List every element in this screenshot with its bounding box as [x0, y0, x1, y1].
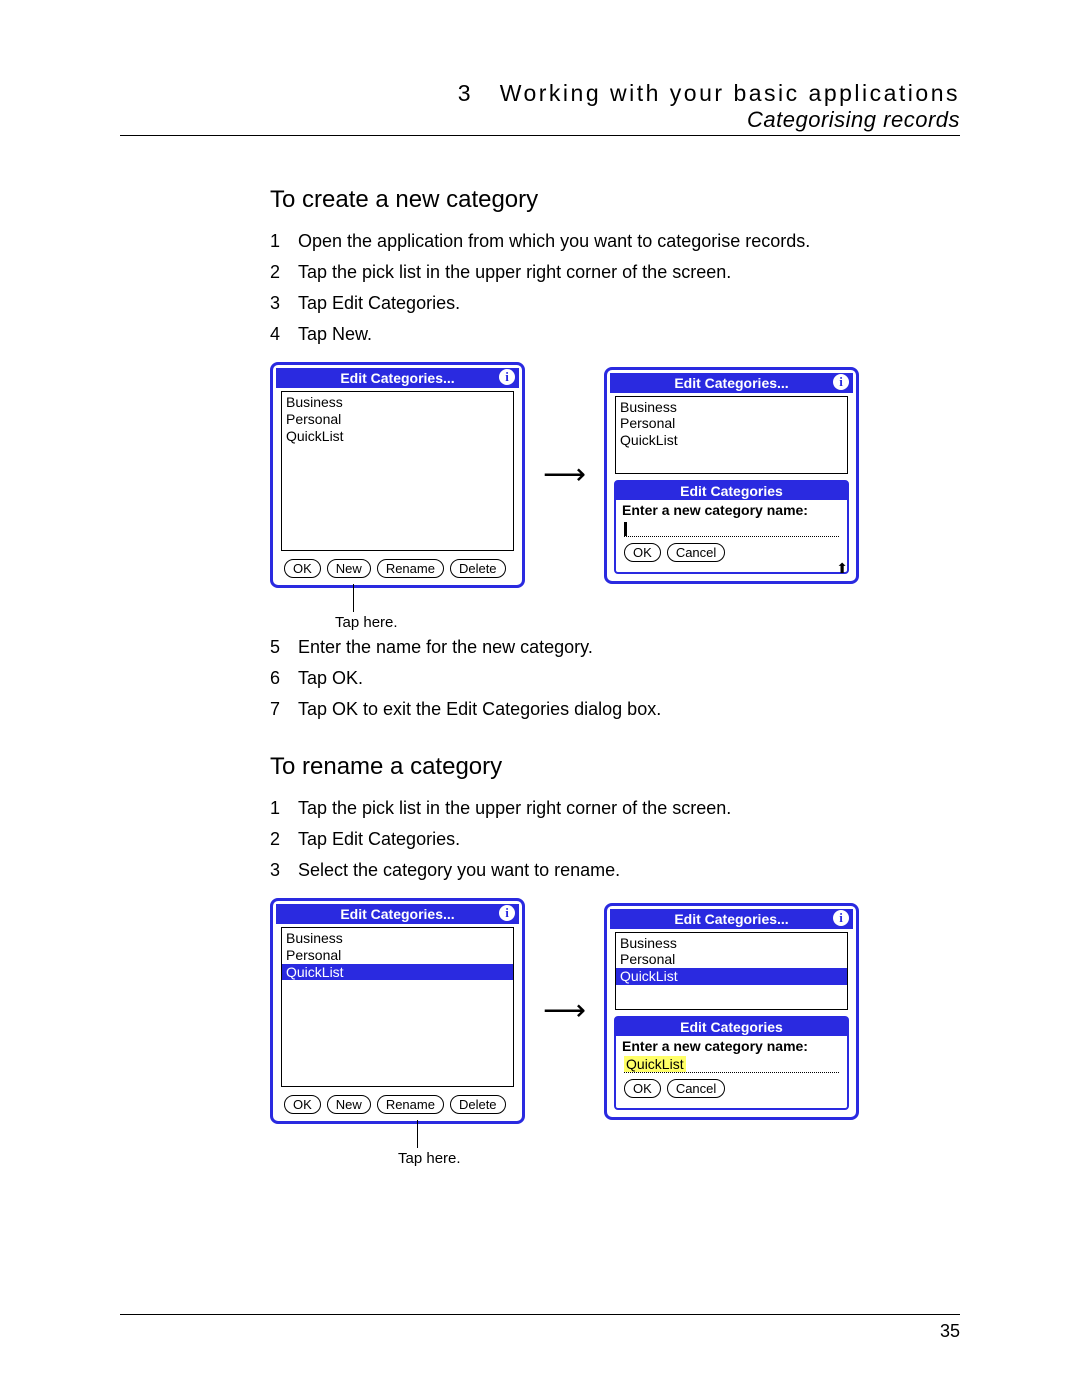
list-item[interactable]: Business — [286, 394, 509, 411]
step-text: Tap OK. — [298, 665, 363, 692]
info-icon[interactable]: i — [499, 905, 515, 921]
ok-button[interactable]: OK — [624, 543, 661, 562]
subdialog-title: Edit Categories — [616, 1018, 847, 1036]
ok-button[interactable]: OK — [284, 1095, 321, 1114]
step-text: Tap Edit Categories. — [298, 826, 460, 853]
steps-create-2: 5Enter the name for the new category. 6T… — [270, 634, 960, 723]
step-text: Select the category you want to rename. — [298, 857, 620, 884]
info-icon[interactable]: i — [833, 374, 849, 390]
list-item[interactable]: Personal — [286, 947, 509, 964]
steps-create-1: 1Open the application from which you wan… — [270, 228, 960, 348]
palm-title: Edit Categories... i — [610, 909, 853, 929]
list-item[interactable]: QuickList — [286, 428, 509, 445]
palm-dialog-right-1: Edit Categories... i Business Personal Q… — [604, 367, 859, 584]
list-item[interactable]: Business — [620, 399, 843, 416]
subdialog-title: Edit Categories — [616, 482, 847, 500]
palm-title: Edit Categories... i — [276, 904, 519, 924]
caption-tap-here: Tap here. — [398, 1150, 461, 1167]
list-item-selected[interactable]: QuickList — [282, 964, 513, 981]
section-heading-create: To create a new category — [270, 186, 960, 214]
steps-rename: 1Tap the pick list in the upper right co… — [270, 795, 960, 884]
chapter-line: 3 Working with your basic applications — [120, 80, 960, 107]
caption-line-1: Tap here. — [270, 594, 960, 634]
subdialog-prompt: Enter a new category name: — [616, 1036, 847, 1054]
palm-title: Edit Categories... i — [276, 368, 519, 388]
caption-line-2: Tap here. — [270, 1130, 960, 1170]
rename-button[interactable]: Rename — [377, 1095, 444, 1114]
new-button[interactable]: New — [327, 559, 371, 578]
list-item[interactable]: Business — [286, 930, 509, 947]
step-text: Tap OK to exit the Edit Categories dialo… — [298, 696, 661, 723]
arrow-right-icon: ⟶ — [543, 996, 586, 1026]
list-item-selected[interactable]: QuickList — [616, 968, 847, 985]
caption-tap-here: Tap here. — [335, 614, 398, 631]
list-item[interactable]: Personal — [286, 411, 509, 428]
chapter-number: 3 — [458, 80, 473, 106]
subdialog-prompt: Enter a new category name: — [616, 500, 847, 518]
arrow-right-icon: ⟶ — [543, 460, 586, 490]
category-name-input[interactable]: QuickList — [624, 1056, 839, 1073]
new-button[interactable]: New — [327, 1095, 371, 1114]
shift-indicator-icon: ⬆ — [836, 560, 848, 577]
list-item[interactable]: QuickList — [620, 432, 843, 449]
info-icon[interactable]: i — [833, 910, 849, 926]
step-text: Open the application from which you want… — [298, 228, 810, 255]
list-item[interactable]: Business — [620, 935, 843, 952]
palm-subdialog: Edit Categories Enter a new category nam… — [614, 1016, 849, 1110]
content-body: To create a new category 1Open the appli… — [270, 186, 960, 1170]
ok-button[interactable]: OK — [284, 559, 321, 578]
palm-dialog-left-2: Edit Categories... i Business Personal Q… — [270, 898, 525, 1124]
list-item[interactable]: Personal — [620, 415, 843, 432]
palm-dialog-left-1: Edit Categories... i Business Personal Q… — [270, 362, 525, 588]
figure-row-1: Edit Categories... i Business Personal Q… — [270, 362, 960, 588]
step-text: Tap Edit Categories. — [298, 290, 460, 317]
palm-title: Edit Categories... i — [610, 373, 853, 393]
list-item[interactable]: Personal — [620, 951, 843, 968]
page-header: 3 Working with your basic applications C… — [120, 80, 960, 136]
ok-button[interactable]: OK — [624, 1079, 661, 1098]
category-name-input[interactable] — [624, 520, 839, 537]
page-number: 35 — [120, 1314, 960, 1342]
category-list[interactable]: Business Personal QuickList — [281, 927, 514, 1087]
cancel-button[interactable]: Cancel — [667, 1079, 725, 1098]
palm-dialog-right-2: Edit Categories... i Business Personal Q… — [604, 903, 859, 1120]
info-icon[interactable]: i — [499, 369, 515, 385]
chapter-title: Working with your basic applications — [500, 80, 960, 106]
delete-button[interactable]: Delete — [450, 559, 506, 578]
step-text: Enter the name for the new category. — [298, 634, 593, 661]
figure-row-2: Edit Categories... i Business Personal Q… — [270, 898, 960, 1124]
section-heading-rename: To rename a category — [270, 753, 960, 781]
category-list[interactable]: Business Personal QuickList — [281, 391, 514, 551]
step-text: Tap the pick list in the upper right cor… — [298, 795, 731, 822]
palm-subdialog: Edit Categories Enter a new category nam… — [614, 480, 849, 574]
category-list[interactable]: Business Personal QuickList — [615, 932, 848, 1010]
cancel-button[interactable]: Cancel — [667, 543, 725, 562]
delete-button[interactable]: Delete — [450, 1095, 506, 1114]
category-list[interactable]: Business Personal QuickList — [615, 396, 848, 474]
step-text: Tap the pick list in the upper right cor… — [298, 259, 731, 286]
step-text: Tap New. — [298, 321, 372, 348]
chapter-subtitle: Categorising records — [120, 107, 960, 133]
rename-button[interactable]: Rename — [377, 559, 444, 578]
